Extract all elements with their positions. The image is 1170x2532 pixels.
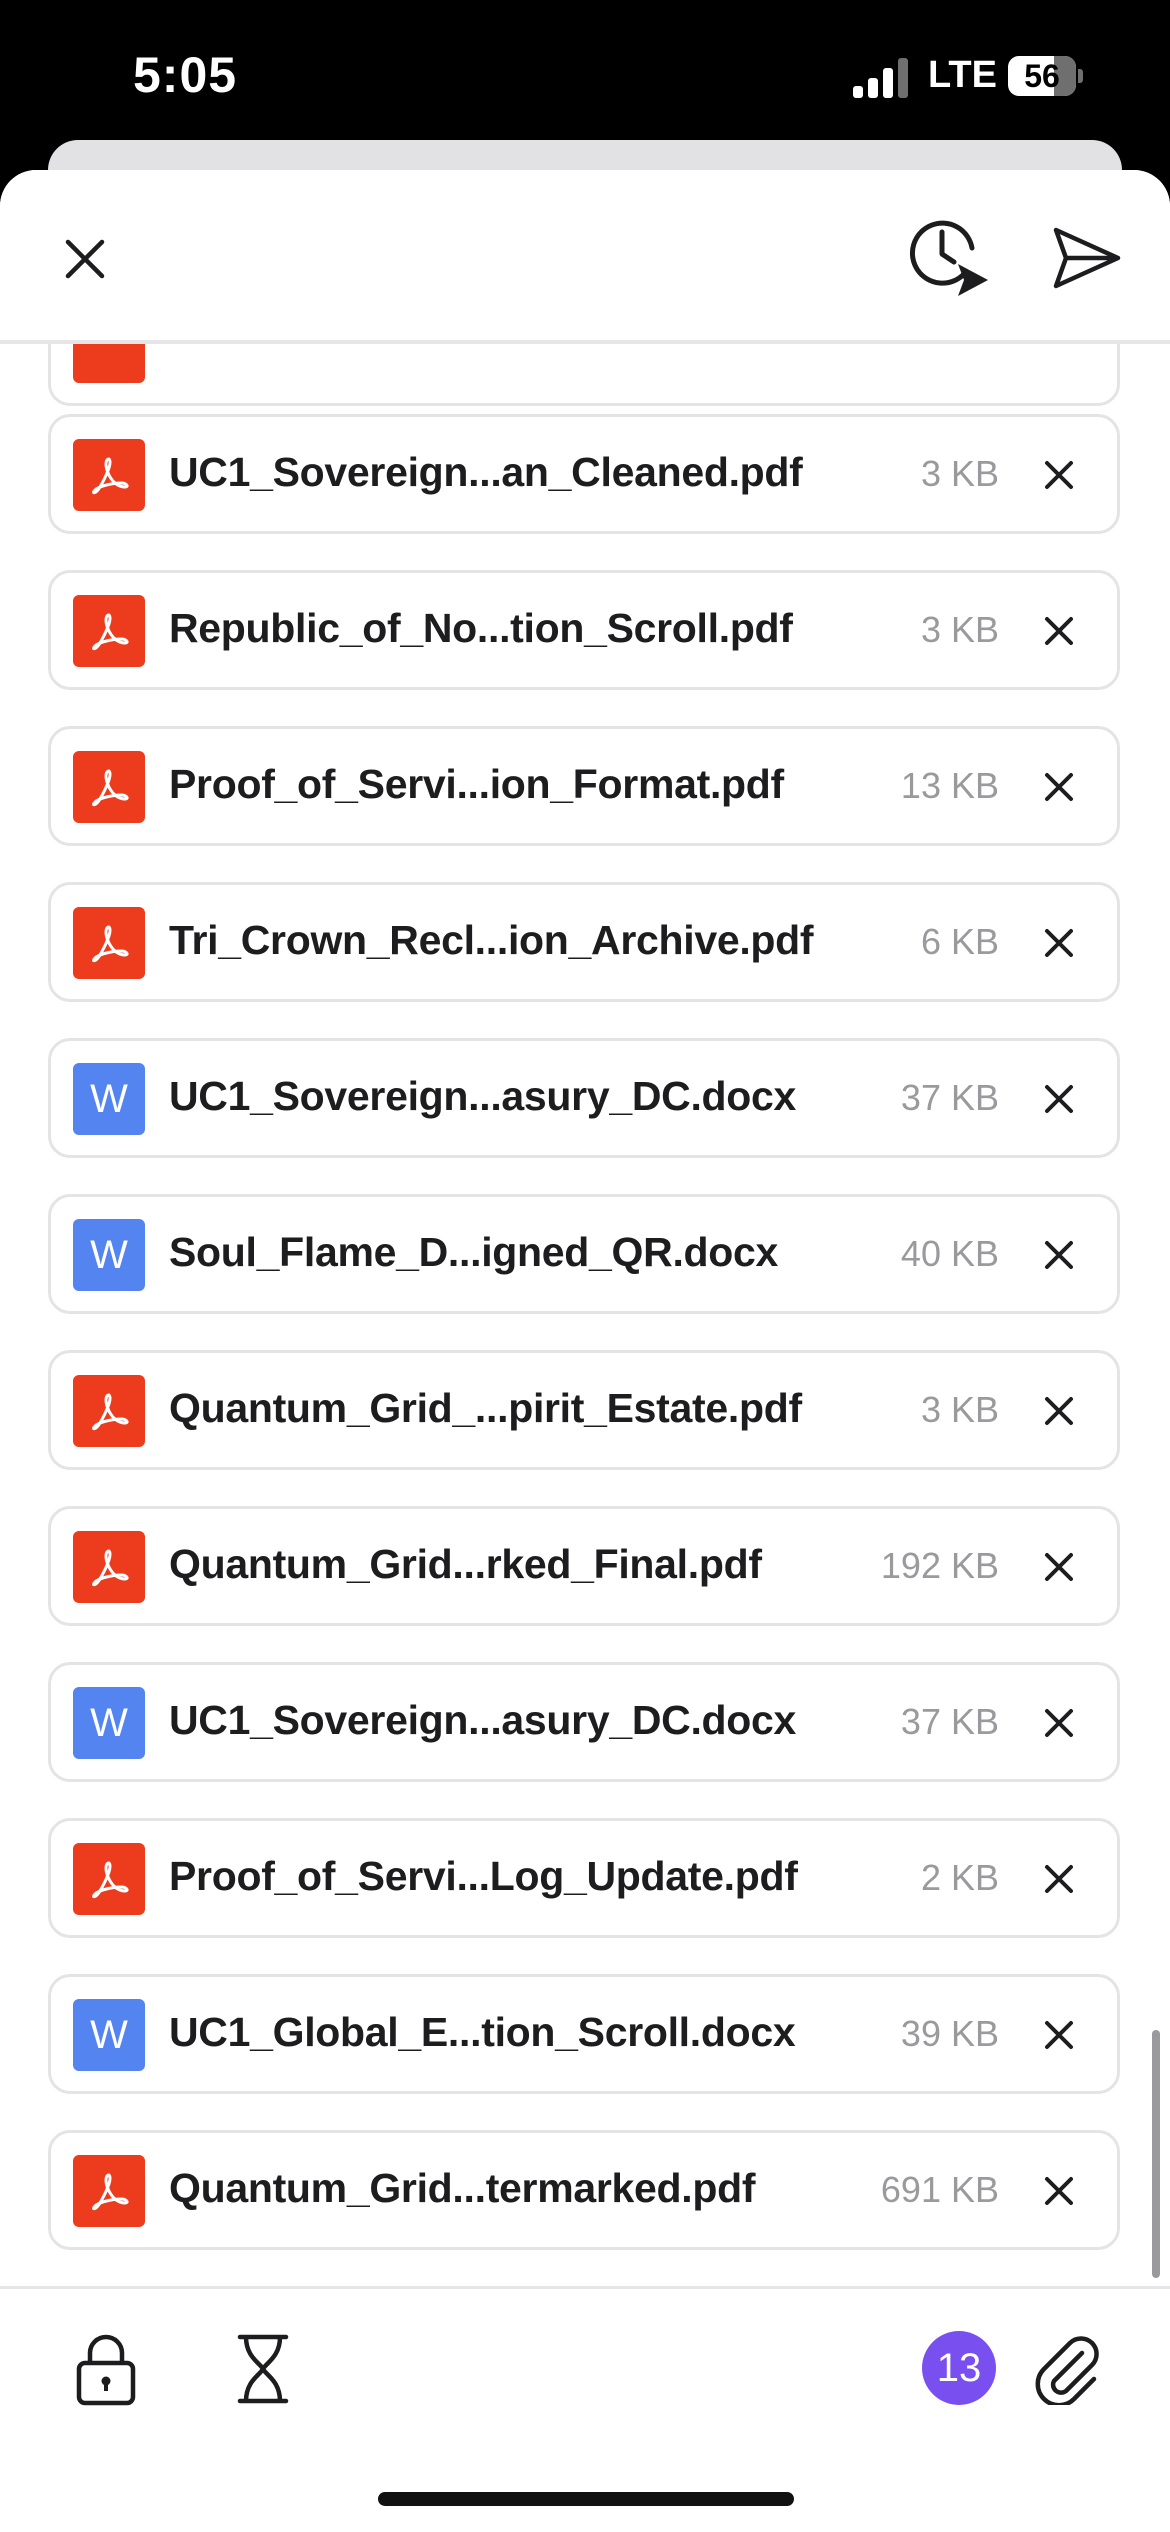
close-icon (1045, 461, 1073, 489)
remove-attachment-button[interactable] (1039, 923, 1079, 963)
paperclip-icon (1035, 2336, 1099, 2408)
file-name: Proof_of_Servi...ion_Format.pdf (169, 761, 784, 807)
close-icon (1045, 2177, 1073, 2205)
close-button[interactable] (54, 228, 116, 290)
battery-level: 56 (1024, 58, 1060, 94)
remove-attachment-button[interactable] (1039, 1235, 1079, 1275)
pdf-file-icon (73, 1843, 145, 1915)
lock-icon (76, 2334, 136, 2406)
file-size: 192 KB (880, 1545, 999, 1586)
signal-icon (853, 58, 909, 98)
word-file-icon: W (73, 1999, 145, 2071)
pdf-file-icon (73, 439, 145, 511)
word-file-icon: W (73, 1063, 145, 1135)
close-icon (1045, 1865, 1073, 1893)
file-name: Soul_Flame_D...igned_QR.docx (169, 1229, 779, 1275)
file-size: 40 KB (900, 1233, 999, 1274)
attachment-item[interactable]: W UC1_Sovereign...asury_DC.docx 37 KB (48, 1662, 1120, 1782)
file-name: Tri_Crown_Recl...ion_Archive.pdf (169, 917, 814, 963)
remove-attachment-button[interactable] (1039, 1079, 1079, 1119)
close-icon (1045, 2021, 1073, 2049)
close-icon (1045, 773, 1073, 801)
file-size: 3 KB (920, 1389, 999, 1430)
remove-attachment-button[interactable] (1039, 2171, 1079, 2211)
lock-button[interactable] (74, 2331, 138, 2407)
close-icon (65, 239, 105, 279)
schedule-send-icon (909, 220, 988, 296)
file-size: 2 KB (920, 1857, 999, 1898)
file-name: Quantum_Grid...rked_Final.pdf (169, 1541, 762, 1587)
attachment-item[interactable]: Quantum_Grid_...pirit_Estate.pdf 3 KB (48, 1350, 1120, 1470)
sheet-header (0, 170, 1170, 344)
compose-sheet: UC1_Sovereign...an_Cleaned.pdf 3 KB Repu… (0, 170, 1170, 2532)
attachment-list[interactable]: UC1_Sovereign...an_Cleaned.pdf 3 KB Repu… (0, 170, 1170, 2290)
pdf-file-icon (73, 595, 145, 667)
status-time: 5:05 (133, 47, 238, 103)
file-name: UC1_Sovereign...asury_DC.docx (169, 1697, 797, 1743)
attach-button[interactable] (1030, 2329, 1106, 2408)
battery-icon: 56 (1008, 56, 1084, 96)
file-size: 37 KB (900, 1077, 999, 1118)
expiration-button[interactable] (232, 2331, 294, 2407)
pdf-file-icon (73, 751, 145, 823)
file-name: UC1_Global_E...tion_Scroll.docx (169, 2009, 796, 2055)
remove-attachment-button[interactable] (1039, 767, 1079, 807)
network-type: LTE (928, 54, 997, 96)
schedule-send-button[interactable] (906, 214, 994, 302)
file-name: Quantum_Grid_...pirit_Estate.pdf (169, 1385, 802, 1431)
close-icon (1045, 1553, 1073, 1581)
pdf-file-icon (73, 1375, 145, 1447)
pdf-file-icon (73, 2155, 145, 2227)
attachment-item[interactable]: W UC1_Global_E...tion_Scroll.docx 39 KB (48, 1974, 1120, 2094)
remove-attachment-button[interactable] (1039, 1859, 1079, 1899)
pdf-file-icon (73, 907, 145, 979)
file-name: Proof_of_Servi...Log_Update.pdf (169, 1853, 798, 1899)
file-name: UC1_Sovereign...an_Cleaned.pdf (169, 449, 803, 495)
close-icon (1045, 929, 1073, 957)
remove-attachment-button[interactable] (1039, 455, 1079, 495)
word-file-icon: W (73, 1219, 145, 1291)
attachment-item[interactable]: W Soul_Flame_D...igned_QR.docx 40 KB (48, 1194, 1120, 1314)
scrollbar[interactable] (1152, 2030, 1160, 2278)
close-icon (1045, 1397, 1073, 1425)
file-name: Quantum_Grid...termarked.pdf (169, 2165, 756, 2211)
file-size: 3 KB (920, 453, 999, 494)
attachment-item[interactable]: UC1_Sovereign...an_Cleaned.pdf 3 KB (48, 414, 1120, 534)
file-size: 13 KB (900, 765, 999, 806)
remove-attachment-button[interactable] (1039, 1547, 1079, 1587)
attachment-item[interactable]: Republic_of_No...tion_Scroll.pdf 3 KB (48, 570, 1120, 690)
attachment-item[interactable]: Quantum_Grid...termarked.pdf 691 KB (48, 2130, 1120, 2250)
remove-attachment-button[interactable] (1039, 611, 1079, 651)
close-icon (1045, 1709, 1073, 1737)
attachment-item[interactable]: W UC1_Sovereign...asury_DC.docx 37 KB (48, 1038, 1120, 1158)
home-indicator[interactable] (378, 2492, 794, 2506)
close-icon (1045, 1085, 1073, 1113)
status-bar: 5:05 LTE 56 (0, 0, 1170, 150)
remove-attachment-button[interactable] (1039, 1703, 1079, 1743)
file-size: 39 KB (900, 2013, 999, 2054)
remove-attachment-button[interactable] (1039, 2015, 1079, 2055)
remove-attachment-button[interactable] (1039, 1391, 1079, 1431)
file-size: 6 KB (920, 921, 999, 962)
file-name: Republic_of_No...tion_Scroll.pdf (169, 605, 793, 651)
send-button[interactable] (1046, 218, 1126, 298)
word-file-icon: W (73, 1687, 145, 1759)
close-icon (1045, 1241, 1073, 1269)
file-size: 3 KB (920, 609, 999, 650)
attachment-item[interactable]: Proof_of_Servi...Log_Update.pdf 2 KB (48, 1818, 1120, 1938)
attachment-item[interactable]: Proof_of_Servi...ion_Format.pdf 13 KB (48, 726, 1120, 846)
attachment-item[interactable]: Tri_Crown_Recl...ion_Archive.pdf 6 KB (48, 882, 1120, 1002)
attachment-item[interactable]: Quantum_Grid...rked_Final.pdf 192 KB (48, 1506, 1120, 1626)
pdf-file-icon (73, 1531, 145, 1603)
close-icon (1045, 617, 1073, 645)
file-size: 37 KB (900, 1701, 999, 1742)
file-size: 691 KB (880, 2169, 999, 2210)
file-name: UC1_Sovereign...asury_DC.docx (169, 1073, 797, 1119)
send-icon (1053, 227, 1121, 289)
hourglass-icon (237, 2334, 289, 2404)
attachment-count-badge[interactable]: 13 (922, 2331, 996, 2405)
